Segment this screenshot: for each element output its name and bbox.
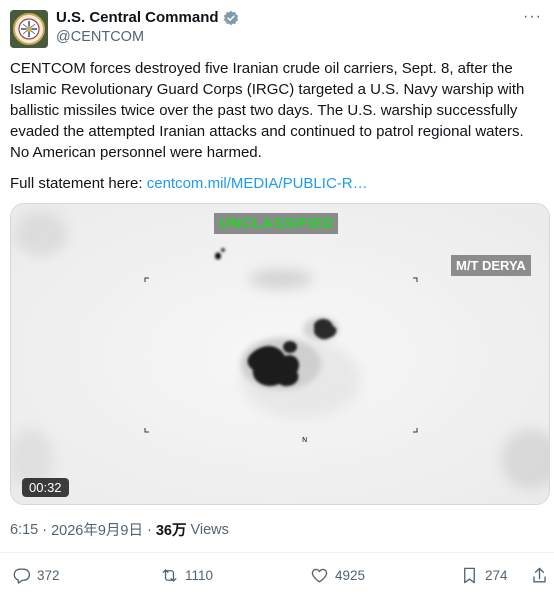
classification-banner: UNCLASSIFIED [214,213,339,234]
repost-icon [162,569,177,582]
compass-north-label: N [302,436,308,444]
like-button[interactable]: 4925 [310,566,365,585]
tweet-text: CENTCOM forces destroyed five Iranian cr… [10,60,529,161]
more-options-icon[interactable]: ··· [523,8,542,26]
statement-prefix: Full statement here: [10,175,147,192]
reply-count: 372 [37,568,60,583]
tweet-meta: 6:15 · 2026年9月9日 · 36万 Views [10,519,229,540]
thermal-video-frame [11,204,549,504]
divider [0,552,554,553]
meta-separator: · [42,521,48,538]
share-icon [533,567,546,583]
bookmark-icon [464,567,475,584]
views-count: 36万 [155,523,187,539]
verified-badge-icon [223,10,239,26]
repost-button[interactable]: 1110 [160,566,213,585]
statement-line: Full statement here: centcom.mil/MEDIA/P… [10,173,368,194]
reply-button[interactable]: 372 [12,566,60,585]
name-row: U.S. Central Command [56,9,239,26]
tweet-header: U.S. Central Command @CENTCOM ··· [8,6,548,50]
vessel-label: M/T DERYA [451,255,531,276]
display-name[interactable]: U.S. Central Command [56,9,219,26]
statement-link[interactable]: centcom.mil/MEDIA/PUBLIC-R… [147,175,368,192]
reply-icon [13,568,31,584]
views-label: Views [190,521,229,538]
centcom-seal-icon[interactable] [10,10,48,48]
like-count: 4925 [335,568,366,583]
meta-separator-2: · [146,521,152,538]
heart-icon [311,568,328,583]
bookmark-count: 274 [485,568,508,583]
tweet-date[interactable]: 2026年9月9日 [51,519,143,540]
repost-count: 1110 [185,568,214,583]
tweet-time[interactable]: 6:15 [10,522,38,538]
share-button[interactable] [530,566,549,585]
video-duration: 00:32 [22,478,69,497]
action-bar: 372 1110 4925 274 [10,566,550,592]
bookmark-button[interactable]: 274 [460,566,508,585]
account-handle[interactable]: @CENTCOM [56,29,144,45]
video-player[interactable]: N UNCLASSIFIED M/T DERYA 00:32 [10,203,550,505]
